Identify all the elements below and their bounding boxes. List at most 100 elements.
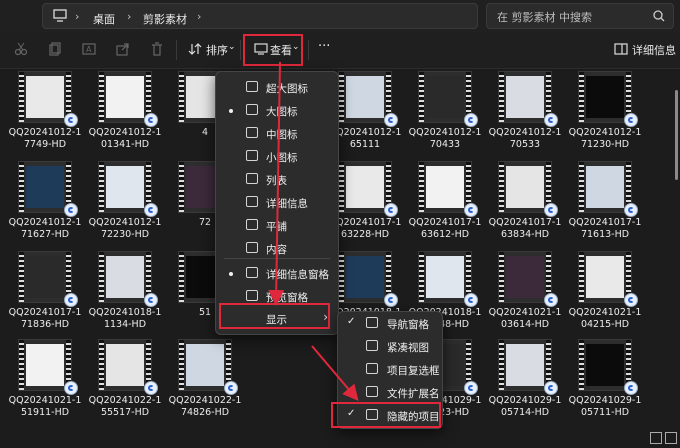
video-thumbnail [98,339,152,391]
film-strip [99,72,104,122]
menu-separator [224,258,330,259]
view-menu-item[interactable]: 详细信息 [216,191,338,214]
file-name: QQ20241017-1 71836-HD [8,307,82,330]
video-thumbnail [578,71,632,123]
film-strip [99,340,104,390]
file-item[interactable]: QQ20241017-1 71613-HD [568,159,642,245]
sort-button[interactable]: 排序 ⌄ [184,32,238,68]
view-mode-icon [246,242,258,253]
file-name: QQ20241012-1 71627-HD [8,217,82,240]
thumbnail-preview [426,256,464,298]
file-item[interactable]: QQ20241029-1 05714-HD [488,337,562,423]
file-item[interactable]: QQ20241029-1 05711-HD [568,337,642,423]
view-menu-label: 平铺 [266,221,287,233]
share-icon[interactable] [116,42,130,56]
film-strip [499,72,504,122]
thumbnail-preview [26,76,64,118]
view-menu-item[interactable]: 中图标 [216,122,338,145]
file-item[interactable]: QQ20241022-1 74826-HD [168,337,242,423]
file-item[interactable]: QQ20241021-1 04215-HD [568,249,642,335]
toolbar-divider [176,40,177,60]
breadcrumb-folder[interactable]: 剪影素材 [143,11,187,27]
view-menu-item[interactable]: 内容 [216,237,338,260]
view-mode-icon [246,104,258,115]
sort-icon [188,43,202,55]
command-bar: A 排序 ⌄ 查看 ⌄ ··· 详细信息 [0,32,680,69]
file-name: QQ20241021-1 04215-HD [568,307,642,330]
file-item[interactable]: QQ20241012-1 65111 [328,69,402,155]
film-strip [419,72,424,122]
thumbnail-preview [106,256,144,298]
search-placeholder: 在 剪影素材 中搜索 [497,11,592,24]
view-menu-item[interactable]: 详细信息窗格 [216,262,338,285]
file-item[interactable]: QQ20241012-1 70433 [408,69,482,155]
sync-status-icon [464,113,478,127]
view-menu-label: 内容 [266,244,287,256]
video-thumbnail [98,161,152,213]
file-item[interactable]: QQ20241012-1 72230-HD [88,159,162,245]
chevron-right-icon: › [75,10,80,23]
view-menu-label: 中图标 [266,129,298,141]
thumbnail-view-toggle[interactable] [665,432,677,444]
file-item[interactable]: QQ20241017-1 71836-HD [8,249,82,335]
thumbnail-preview [426,166,464,208]
cut-icon[interactable] [14,42,28,56]
file-name: QQ20241021-1 03614-HD [488,307,562,330]
file-item[interactable]: QQ20241021-1 03614-HD [488,249,562,335]
video-thumbnail [498,161,552,213]
view-menu-item[interactable]: 平铺 [216,214,338,237]
film-strip [339,162,344,212]
file-item[interactable]: QQ20241017-1 63228-HD [328,159,402,245]
details-pane-button[interactable]: 详细信息 [612,32,676,68]
scrollbar[interactable] [675,90,678,180]
file-item[interactable]: QQ20241017-1 63612-HD [408,159,482,245]
video-thumbnail [98,71,152,123]
search-input[interactable]: 在 剪影素材 中搜索 [486,3,674,29]
sync-status-icon [224,381,238,395]
file-name: QQ20241012-1 70533 [488,127,562,150]
details-view-toggle[interactable] [650,432,662,444]
view-menu-item[interactable]: 列表 [216,168,338,191]
rename-icon[interactable]: A [82,42,96,56]
film-strip [99,252,104,302]
show-option-icon [366,363,378,374]
show-menu-item[interactable]: ✓ 导航窗格 [338,312,442,335]
sync-status-icon [64,381,78,395]
file-item[interactable]: QQ20241018-1 1134-HD [88,249,162,335]
sync-status-icon [544,203,558,217]
show-option-icon [366,340,378,351]
address-bar[interactable]: › 桌面 › 剪影素材 › [42,3,478,29]
file-item[interactable]: QQ20241017-1 63834-HD [488,159,562,245]
show-menu-item[interactable]: 紧凑视图 [338,335,442,358]
file-item[interactable]: QQ20241012-1 70533 [488,69,562,155]
view-menu-item[interactable]: 超大图标 [216,76,338,99]
show-menu-item[interactable]: 文件扩展名 [338,381,442,404]
chevron-right-icon: › [197,10,202,23]
file-item[interactable]: QQ20241022-1 55517-HD [88,337,162,423]
file-name: QQ20241017-1 63228-HD [328,217,402,240]
view-menu-item[interactable]: 大图标 [216,99,338,122]
file-item[interactable]: QQ20241012-1 71627-HD [8,159,82,245]
video-thumbnail [178,339,232,391]
file-item[interactable]: QQ20241012-1 71230-HD [568,69,642,155]
view-mode-icon [246,219,258,230]
breadcrumb-desktop[interactable]: 桌面 [93,11,115,27]
address-bar-area: › 桌面 › 剪影素材 › 在 剪影素材 中搜索 [0,0,680,32]
copy-icon[interactable] [48,42,62,56]
film-strip [579,162,584,212]
file-item[interactable]: QQ20241012-1 7749-HD [8,69,82,155]
show-menu-item[interactable]: 项目复选框 [338,358,442,381]
thumbnail-preview [26,344,64,386]
file-item[interactable]: QQ20241021-1 51911-HD [8,337,82,423]
file-name: QQ20241029-1 05711-HD [568,395,642,418]
sync-status-icon [624,203,638,217]
more-options-button[interactable]: ··· [318,39,330,54]
view-mode-icon [246,196,258,207]
view-menu-item[interactable]: 小图标 [216,145,338,168]
delete-icon[interactable] [150,42,164,56]
film-strip [579,252,584,302]
chevron-down-icon: ⌄ [228,42,236,52]
details-pane-icon [614,43,628,55]
show-menu-label: 文件扩展名 [387,388,440,400]
file-item[interactable]: QQ20241012-1 01341-HD [88,69,162,155]
